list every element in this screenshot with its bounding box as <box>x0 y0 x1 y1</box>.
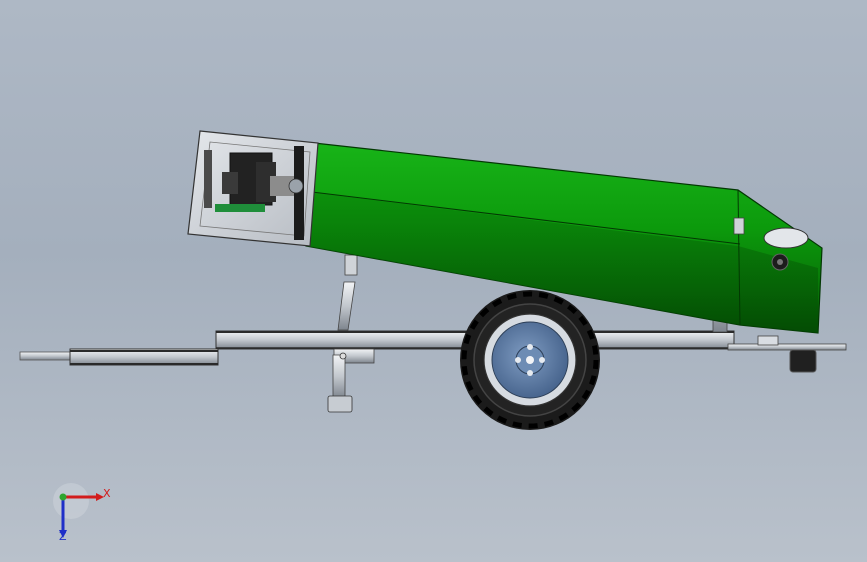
rear-plate <box>727 343 847 351</box>
graphics-viewport[interactable]: X Z <box>0 0 867 562</box>
engine-cabinet <box>187 130 319 247</box>
z-axis-label: Z <box>59 530 67 543</box>
trailer-model[interactable] <box>0 0 867 562</box>
x-axis-label: X <box>103 487 111 500</box>
wheel <box>460 290 600 430</box>
chassis-frame <box>19 330 847 366</box>
hitch-pin <box>19 351 73 361</box>
